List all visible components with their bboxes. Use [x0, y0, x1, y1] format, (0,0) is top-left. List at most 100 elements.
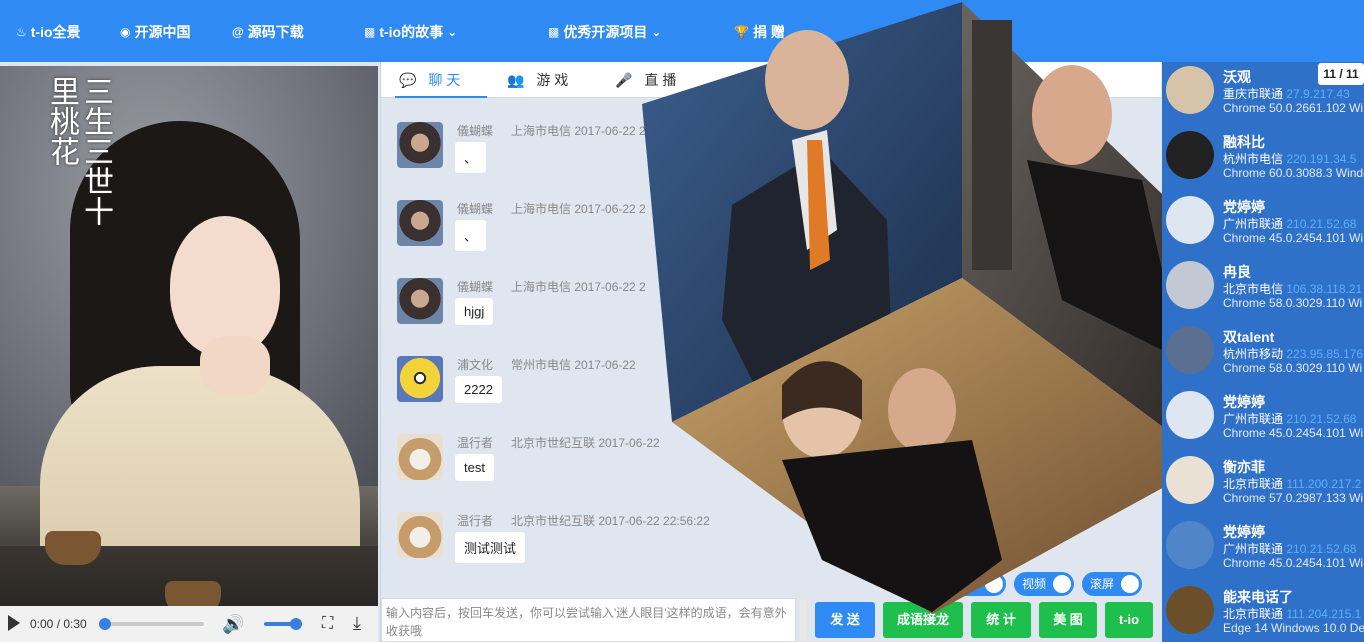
- user-location: 重庆市联通 27.9.217.43: [1223, 87, 1350, 101]
- message-meta: 上海市电信 2017-06-22 2: [511, 124, 646, 138]
- message-meta: 北京市世纪互联 2017-06-22 22:56:22: [511, 514, 710, 528]
- chat-message: 温行者 北京市世纪互联 2017-06-22 22:56:22 测试测试: [397, 502, 997, 572]
- beauty-images-button[interactable]: 美 图: [1039, 602, 1097, 638]
- chat-message: 儀蝴蝶 上海市电信 2017-06-22 2 hjgj: [397, 268, 997, 338]
- toggle-label: 视频: [1022, 577, 1047, 591]
- nav-item-source-download[interactable]: @ 源码下载: [232, 22, 304, 42]
- user-name: 融科比: [1223, 134, 1265, 150]
- fullscreen-icon[interactable]: ⛶: [322, 615, 333, 633]
- nav-item-oschina[interactable]: ◉ 开源中国: [120, 22, 190, 42]
- video-controls: 0:00 / 0:30 🔊 ⛶ ⤓: [0, 606, 378, 642]
- tio-button[interactable]: t-io: [1105, 602, 1153, 638]
- user-item[interactable]: 党婷婷 广州市联通 210.21.52.68 Chrome 45.0.2454.…: [1162, 387, 1364, 452]
- avatar: [1166, 196, 1214, 244]
- message-meta: 上海市电信 2017-06-22 2: [511, 202, 646, 216]
- avatar: [1166, 521, 1214, 569]
- message-bubble: 2222: [455, 376, 502, 403]
- toggle-label: 滚屏: [1090, 577, 1115, 591]
- chat-message: 儀蝴蝶 上海市电信 2017-06-22 2 、: [397, 190, 997, 260]
- send-button[interactable]: 发 送: [815, 602, 875, 638]
- chevron-down-icon: ⌄: [447, 25, 458, 39]
- avatar[interactable]: [397, 278, 443, 324]
- progress-handle[interactable]: [99, 618, 111, 630]
- user-location: 广州市联通 210.21.52.68: [1223, 412, 1357, 426]
- idiom-chain-button[interactable]: 成语接龙: [883, 602, 963, 638]
- chevron-down-icon: ⌄: [651, 25, 662, 39]
- fire-icon: ♨: [16, 25, 27, 39]
- tab-label: 直播: [644, 72, 681, 88]
- user-name: 双talent: [1223, 329, 1275, 345]
- avatar: [1166, 391, 1214, 439]
- message-bubble: 、: [455, 220, 487, 251]
- user-list-pager[interactable]: 11 / 11: [1318, 63, 1364, 85]
- nav-item-tio-story[interactable]: ▩ t-io的故事 ⌄: [364, 22, 457, 42]
- message-nick[interactable]: 浦文化: [457, 356, 493, 373]
- nav-label: 捐 赠: [752, 24, 785, 40]
- avatar: [1166, 456, 1214, 504]
- tab-live[interactable]: 🎤 直播: [615, 62, 680, 98]
- user-browser: Edge 14 Windows 10.0 De: [1223, 621, 1364, 635]
- tab-label: 聊天: [428, 72, 465, 88]
- user-browser: Chrome 57.0.2987.133 Wi: [1223, 491, 1364, 505]
- message-nick[interactable]: 温行者: [457, 512, 493, 529]
- avatar: [1166, 261, 1214, 309]
- avatar: [1166, 586, 1214, 634]
- avatar[interactable]: [397, 356, 443, 402]
- user-browser: Chrome 60.0.3088.3 Windo: [1223, 166, 1364, 180]
- volume-slider[interactable]: [264, 618, 302, 630]
- chat-message: 浦文化 常州市电信 2017-06-22 2222: [397, 346, 997, 416]
- user-location: 北京市电信 106.38.118.21: [1223, 282, 1363, 296]
- message-meta: 北京市世纪互联 2017-06-22: [511, 436, 660, 450]
- user-item[interactable]: 冉良 北京市电信 106.38.118.21 Chrome 58.0.3029.…: [1162, 257, 1364, 322]
- message-input[interactable]: 输入内容后，按回车发送，你可以尝试输入'迷人眼目'这样的成语，会有意外收获哦: [381, 598, 796, 642]
- user-location: 广州市联通 210.21.52.68: [1223, 542, 1357, 556]
- tab-label: 游戏: [536, 72, 573, 88]
- video-progress-bar[interactable]: [99, 618, 204, 630]
- nav-item-open-source-projects[interactable]: ▩ 优秀开源项目 ⌄: [548, 22, 661, 42]
- user-item[interactable]: 党婷婷 广州市联通 210.21.52.68 Chrome 45.0.2454.…: [1162, 517, 1364, 582]
- avatar[interactable]: [397, 512, 443, 558]
- message-bubble: test: [455, 454, 494, 481]
- nav-item-donate[interactable]: 🏆 捐 赠: [734, 22, 785, 42]
- user-item[interactable]: 能来电话了 北京市联通 111.204.215.1 Edge 14 Window…: [1162, 582, 1364, 642]
- message-nick[interactable]: 温行者: [457, 434, 493, 451]
- avatar[interactable]: [397, 200, 443, 246]
- online-user-list[interactable]: 沃观 重庆市联通 27.9.217.43 Chrome 50.0.2661.10…: [1162, 62, 1364, 642]
- download-icon[interactable]: ⤓: [353, 613, 361, 634]
- message-nick[interactable]: 儀蝴蝶: [457, 122, 493, 139]
- user-name: 党婷婷: [1223, 524, 1265, 540]
- nav-label: 源码下载: [247, 24, 304, 40]
- chat-icon: 💬: [399, 72, 421, 88]
- chat-message: 儀蝴蝶 上海市电信 2017-06-22 2 、: [397, 112, 997, 182]
- user-name: 党婷婷: [1223, 199, 1265, 215]
- toggle-3d[interactable]: 3D: [946, 572, 1006, 596]
- user-item[interactable]: 双talent 杭州市移动 223.95.85.176 Chrome 58.0.…: [1162, 322, 1364, 387]
- message-nick[interactable]: 儀蝴蝶: [457, 200, 493, 217]
- nav-item-tio-panorama[interactable]: ♨ t-io全景: [16, 22, 81, 42]
- user-browser: Chrome 45.0.2454.101 Wi: [1223, 556, 1364, 570]
- user-location: 北京市联通 111.204.215.1: [1223, 607, 1362, 621]
- stats-button[interactable]: 统 计: [971, 602, 1031, 638]
- avatar[interactable]: [397, 122, 443, 168]
- tab-chat[interactable]: 💬 聊天: [395, 62, 487, 98]
- user-name: 衡亦菲: [1223, 459, 1265, 475]
- user-item[interactable]: 融科比 杭州市电信 220.191.34.5 Chrome 60.0.3088.…: [1162, 127, 1364, 192]
- avatar[interactable]: [397, 434, 443, 480]
- toggle-scroll[interactable]: 滚屏: [1082, 572, 1142, 596]
- nav-label: 优秀开源项目: [563, 24, 648, 40]
- video-player[interactable]: 三生三世十里桃花: [0, 66, 378, 642]
- user-name: 沃观: [1223, 69, 1251, 85]
- message-nick[interactable]: 儀蝴蝶: [457, 278, 493, 295]
- chat-message: 温行者 北京市世纪互联 2017-06-22 test: [397, 424, 997, 494]
- message-list[interactable]: 儀蝴蝶 上海市电信 2017-06-22 2 、 儀蝴蝶 上海市电信 2017-…: [381, 102, 1161, 602]
- volume-icon[interactable]: 🔊: [222, 614, 244, 635]
- play-icon[interactable]: [8, 615, 20, 631]
- top-nav: ♨ t-io全景 ◉ 开源中国 @ 源码下载 ▩ t-io的故事 ⌄ ▩ 优秀开…: [0, 0, 1364, 62]
- volume-handle[interactable]: [290, 618, 302, 630]
- tab-game[interactable]: 👥 游戏: [507, 62, 572, 98]
- user-item[interactable]: 衡亦菲 北京市联通 111.200.217.2 Chrome 57.0.2987…: [1162, 452, 1364, 517]
- toggle-video[interactable]: 视频: [1014, 572, 1074, 596]
- message-bubble: 、: [455, 142, 487, 173]
- input-scrollbar[interactable]: [799, 600, 807, 640]
- user-item[interactable]: 党婷婷 广州市联通 210.21.52.68 Chrome 45.0.2454.…: [1162, 192, 1364, 257]
